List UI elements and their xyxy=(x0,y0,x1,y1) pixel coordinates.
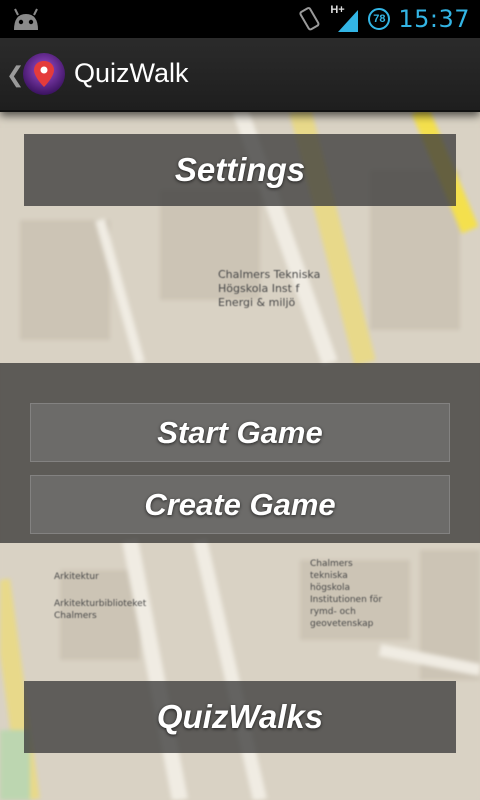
settings-button[interactable]: Settings xyxy=(24,134,456,206)
signal-icon xyxy=(338,10,359,32)
android-icon xyxy=(14,8,38,30)
status-bar: H+ 78 15:37 xyxy=(0,0,480,38)
start-game-button[interactable]: Start Game xyxy=(30,403,450,462)
battery-level: 78 xyxy=(373,13,386,25)
clock: 15:37 xyxy=(398,5,470,33)
rotation-icon xyxy=(299,7,320,31)
status-icons: H+ 78 15:37 xyxy=(296,0,470,38)
map-label-arkitekturbiblioteket: Arkitekturbiblioteket Chalmers xyxy=(54,599,147,621)
create-game-button[interactable]: Create Game xyxy=(30,475,450,534)
map-pin-icon[interactable] xyxy=(22,52,66,96)
action-bar: ❮ QuizWalk xyxy=(0,38,480,112)
map-label-energi: Chalmers Tekniska Högskola Inst f Energi… xyxy=(218,268,321,309)
signal-group: H+ xyxy=(330,4,360,34)
map-label-arkitektur: Arkitektur xyxy=(54,572,99,582)
map-label-rymd: Chalmers tekniska högskola Institutionen… xyxy=(310,559,383,629)
quizwalks-button[interactable]: QuizWalks xyxy=(24,681,456,753)
app-title: QuizWalk xyxy=(74,58,189,88)
battery-icon: 78 xyxy=(368,8,391,30)
